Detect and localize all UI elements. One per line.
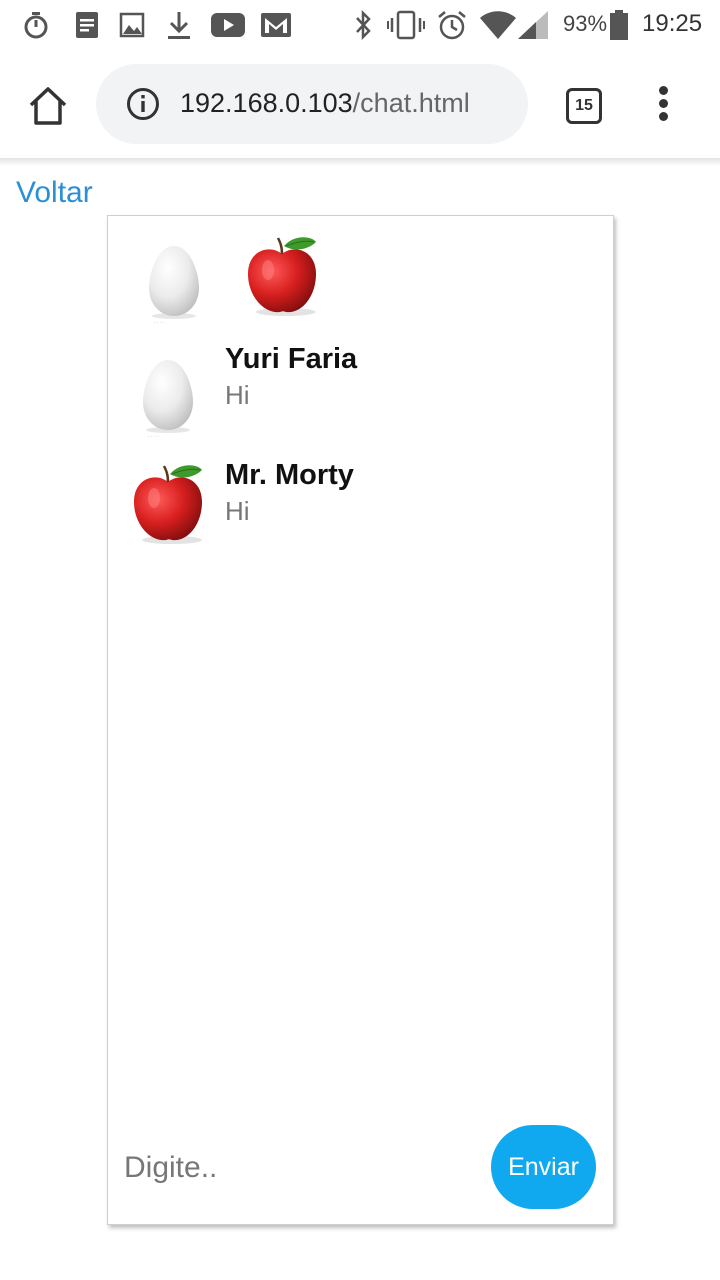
image-icon <box>119 10 145 40</box>
egg-caption-2: · · · · <box>148 434 159 440</box>
chat-panel: · · · · · · · · Yuri Faria Hi Mr. Morty … <box>107 215 614 1225</box>
message-avatar-apple <box>128 462 208 546</box>
address-bar[interactable]: 192.168.0.103/chat.html <box>96 64 528 144</box>
download-icon <box>166 10 192 40</box>
alarm-icon <box>437 10 467 40</box>
message-text: Hi <box>225 380 250 410</box>
send-button[interactable]: Enviar <box>491 1125 596 1209</box>
wifi-icon <box>480 10 516 40</box>
message-sender: Mr. Morty <box>225 459 354 491</box>
back-link[interactable]: Voltar <box>16 176 93 210</box>
message-avatar-egg <box>138 356 198 436</box>
browser-toolbar: 192.168.0.103/chat.html 15 <box>0 50 720 160</box>
message-input[interactable] <box>122 1142 486 1194</box>
bluetooth-icon <box>352 10 374 40</box>
youtube-icon <box>211 10 245 40</box>
stopwatch-icon <box>22 10 50 40</box>
info-icon[interactable] <box>126 87 160 121</box>
battery-percent: 93% <box>563 11 608 36</box>
tab-switcher-button[interactable]: 15 <box>566 88 602 124</box>
url-host: 192.168.0.103 <box>180 88 353 118</box>
battery-icon <box>608 10 630 40</box>
toolbar-shadow <box>0 158 720 166</box>
message-text: Hi <box>225 496 250 526</box>
egg-avatar <box>144 242 204 322</box>
clock-time: 19:25 <box>642 10 703 37</box>
signal-icon <box>518 10 548 40</box>
more-menu-icon[interactable] <box>656 86 670 126</box>
url-text[interactable]: 192.168.0.103/chat.html <box>180 88 470 119</box>
gmail-icon <box>261 10 291 40</box>
url-path: /chat.html <box>352 88 470 118</box>
message-sender: Yuri Faria <box>225 343 358 375</box>
apple-avatar <box>242 234 322 318</box>
home-icon[interactable] <box>26 84 70 128</box>
vibrate-icon <box>387 10 425 40</box>
egg-caption: · · · · <box>154 320 165 326</box>
status-bar: 93% 19:25 <box>0 0 720 50</box>
notes-icon <box>74 10 100 40</box>
